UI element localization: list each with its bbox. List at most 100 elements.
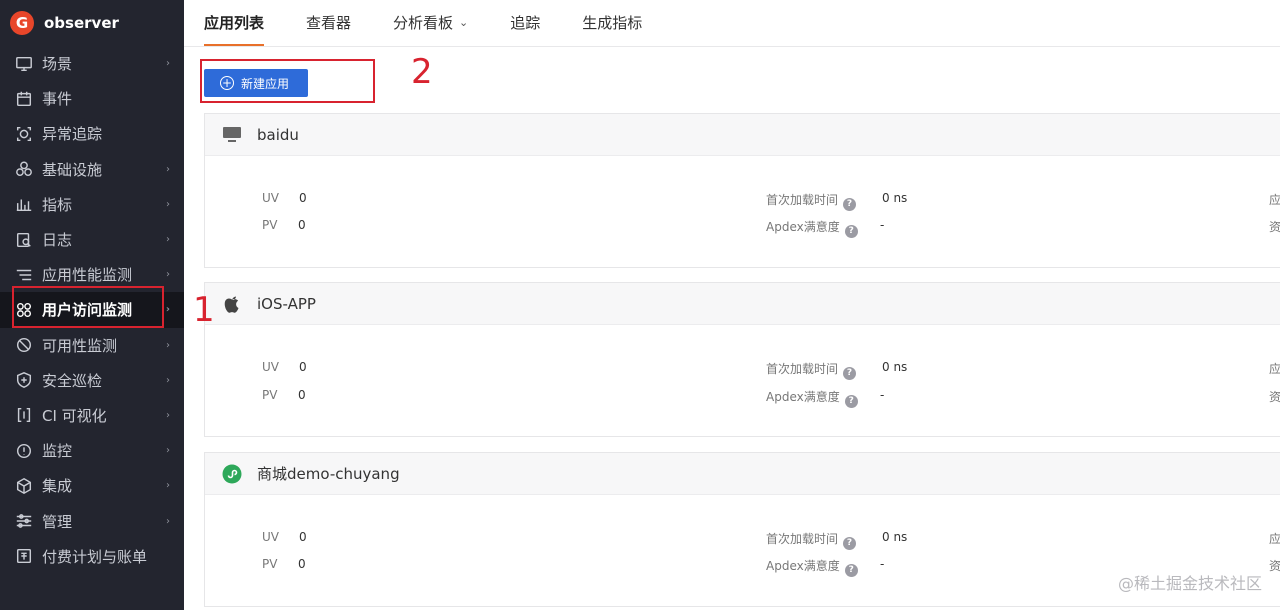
sliders-icon [14, 511, 34, 531]
sidebar-item-management[interactable]: 管理 › [0, 503, 184, 538]
chevron-right-icon: › [166, 269, 170, 281]
sidebar-item-label: 日志 [42, 231, 73, 250]
help-icon[interactable]: ? [844, 224, 858, 238]
apdex-value: - [880, 388, 885, 402]
app-name: 商城demo-chuyang [257, 465, 400, 483]
sidebar-item-ci[interactable]: CI 可视化 › [0, 398, 184, 433]
first-load-value: 0 ns [882, 191, 908, 205]
first-load-label: 首次加载时间? [766, 191, 857, 211]
log-search-icon [14, 230, 34, 250]
sidebar-item-label: 可用性监测 [42, 336, 118, 355]
pv-label: PV [262, 388, 278, 402]
sidebar-item-label: 场景 [42, 55, 73, 74]
chevron-right-icon: › [166, 445, 170, 457]
app-card-header[interactable]: baidu [205, 114, 1280, 156]
chevron-right-icon: › [166, 163, 170, 175]
truncated-label: 应 [1269, 362, 1280, 376]
tab-app-list[interactable]: 应用列表 [204, 0, 265, 46]
truncated-label: 资 [1269, 390, 1280, 404]
chevron-right-icon: › [166, 58, 170, 70]
apdex-value: - [880, 557, 885, 571]
chevron-right-icon: › [166, 480, 170, 492]
app-card[interactable]: baidu UV 0 PV 0 首次加载时间? 0 ns Apdex满意度? -… [204, 113, 1280, 268]
app-name: baidu [257, 125, 299, 144]
cluster-icon [14, 159, 34, 179]
app-name: iOS-APP [257, 294, 316, 313]
sidebar-item-label: 应用性能监测 [42, 266, 133, 285]
sidebar-item-billing[interactable]: 付费计划与账单 [0, 539, 184, 574]
tab-dashboard[interactable]: 分析看板 ⌄ [393, 0, 468, 46]
sidebar-item-integration[interactable]: 集成 › [0, 468, 184, 503]
sidebar-item-label: 集成 [42, 477, 73, 496]
chevron-right-icon: › [166, 409, 170, 421]
pv-value: 0 [298, 557, 306, 571]
monitor-icon [14, 54, 34, 74]
sidebar-item-availability[interactable]: 可用性监测 › [0, 328, 184, 363]
app-name: observer [44, 14, 119, 32]
sidebar-item-error-tracking[interactable]: 异常追踪 [0, 116, 184, 151]
sidebar-item-logs[interactable]: 日志 › [0, 222, 184, 257]
sidebar-item-infrastructure[interactable]: 基础设施 › [0, 152, 184, 187]
sidebar-item-events[interactable]: 事件 [0, 81, 184, 116]
annotation-number-2: 2 [411, 52, 433, 92]
tab-viewer[interactable]: 查看器 [306, 0, 351, 46]
annotation-box-1 [12, 286, 164, 328]
pv-value: 0 [298, 218, 306, 232]
sidebar-item-label: 付费计划与账单 [42, 547, 148, 566]
miniprogram-icon [221, 463, 243, 485]
uv-value: 0 [299, 191, 307, 205]
help-icon[interactable]: ? [843, 197, 857, 211]
sidebar-item-label: CI 可视化 [42, 406, 107, 425]
sidebar-item-label: 异常追踪 [42, 125, 103, 144]
watermark: @稀土掘金技术社区 [1117, 574, 1262, 593]
calendar-icon [14, 89, 34, 109]
help-icon[interactable]: ? [843, 536, 857, 550]
uv-value: 0 [299, 530, 307, 544]
apdex-value: - [880, 218, 885, 232]
uv-label: UV [262, 191, 279, 205]
chevron-right-icon: › [166, 374, 170, 386]
ci-icon [14, 405, 34, 425]
help-icon[interactable]: ? [843, 366, 857, 380]
chevron-right-icon: › [166, 515, 170, 527]
apdex-label: Apdex满意度? [766, 218, 858, 238]
sidebar-item-label: 安全巡检 [42, 371, 103, 390]
no-entry-icon [14, 335, 34, 355]
sidebar-item-metrics[interactable]: 指标 › [0, 187, 184, 222]
sidebar-item-label: 管理 [42, 512, 73, 531]
chevron-right-icon: › [166, 234, 170, 246]
logo[interactable]: G observer [0, 0, 184, 46]
uv-value: 0 [299, 360, 307, 374]
app-card-header[interactable]: iOS-APP [205, 283, 1280, 325]
logo-icon: G [10, 11, 34, 35]
sidebar-item-monitor[interactable]: 监控 › [0, 433, 184, 468]
apple-icon [221, 293, 243, 315]
sidebar-item-label: 事件 [42, 90, 73, 109]
chevron-right-icon: › [166, 198, 170, 210]
first-load-label: 首次加载时间? [766, 360, 857, 380]
annotation-box-2 [200, 59, 375, 103]
sidebar-item-label: 基础设施 [42, 160, 103, 179]
target-icon [14, 124, 34, 144]
help-icon[interactable]: ? [844, 394, 858, 408]
truncated-label: 应 [1269, 532, 1280, 546]
tab-tracing[interactable]: 追踪 [510, 0, 540, 46]
apdex-label: Apdex满意度? [766, 388, 858, 408]
first-load-value: 0 ns [882, 530, 908, 544]
first-load-label: 首次加载时间? [766, 530, 857, 550]
tab-generate-metrics[interactable]: 生成指标 [582, 0, 642, 46]
pv-label: PV [262, 218, 278, 232]
pv-label: PV [262, 557, 278, 571]
apdex-label: Apdex满意度? [766, 557, 858, 577]
sidebar-item-security[interactable]: 安全巡检 › [0, 363, 184, 398]
help-icon[interactable]: ? [844, 563, 858, 577]
top-tabs: 应用列表 查看器 分析看板 ⌄ 追踪 生成指标 [184, 0, 1280, 47]
app-card[interactable]: iOS-APP UV 0 PV 0 首次加载时间? 0 ns Apdex满意度?… [204, 282, 1280, 437]
first-load-value: 0 ns [882, 360, 908, 374]
shield-icon [14, 370, 34, 390]
list-filter-icon [14, 265, 34, 285]
cube-icon [14, 476, 34, 496]
app-card-header[interactable]: 商城demo-chuyang [205, 453, 1280, 495]
sidebar-item-scene[interactable]: 场景 › [0, 46, 184, 81]
bill-icon [14, 546, 34, 566]
